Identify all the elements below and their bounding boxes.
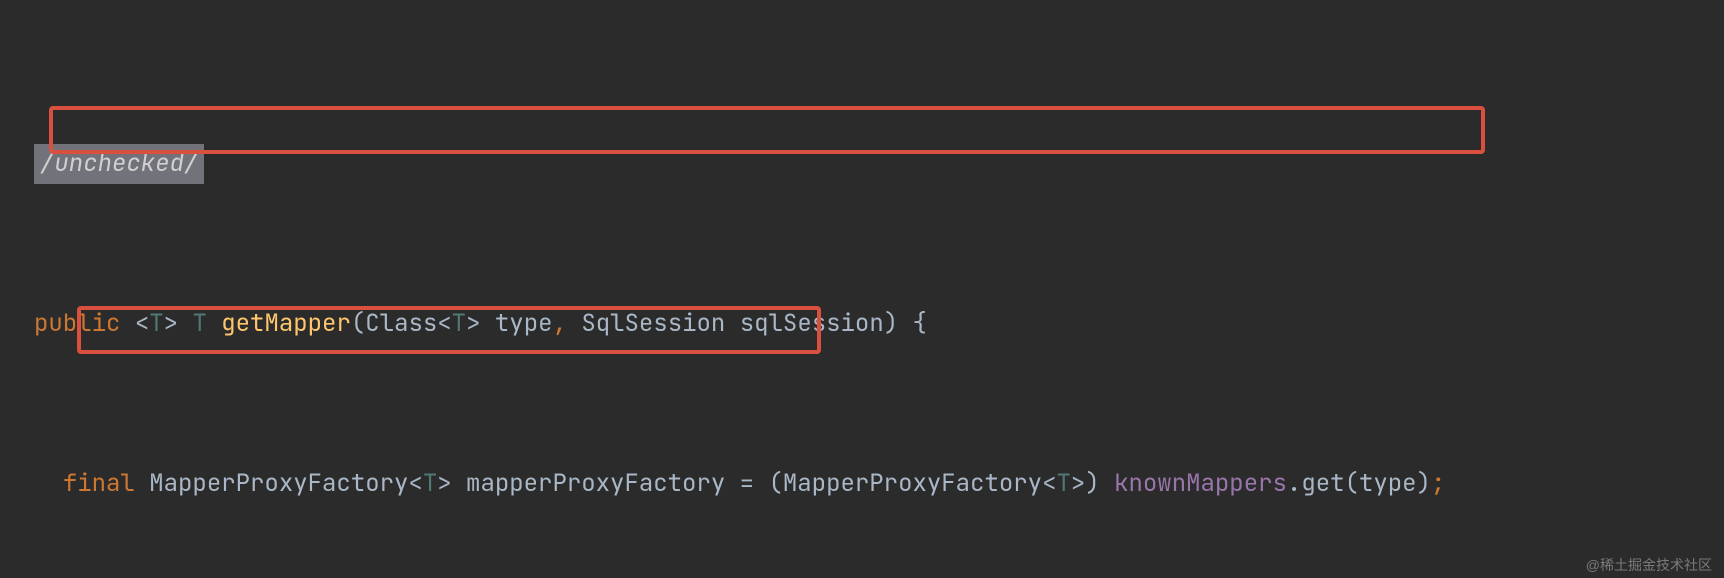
- code-line: final MapperProxyFactory<T> mapperProxyF…: [34, 464, 1724, 504]
- code-line: public <T> T getMapper(Class<T> type, Sq…: [34, 304, 1724, 344]
- code-line: /unchecked/: [34, 144, 1724, 184]
- method-name: getMapper: [221, 308, 351, 339]
- generic-T: T: [149, 308, 163, 339]
- keyword-public: public: [34, 308, 120, 339]
- watermark: @稀土掘金技术社区: [1586, 558, 1712, 572]
- field-knownMappers: knownMappers: [1114, 468, 1287, 499]
- code-editor[interactable]: /unchecked/ public <T> T getMapper(Class…: [0, 0, 1724, 578]
- keyword-final: final: [63, 468, 135, 499]
- suppressed-comment: /unchecked/: [34, 144, 204, 184]
